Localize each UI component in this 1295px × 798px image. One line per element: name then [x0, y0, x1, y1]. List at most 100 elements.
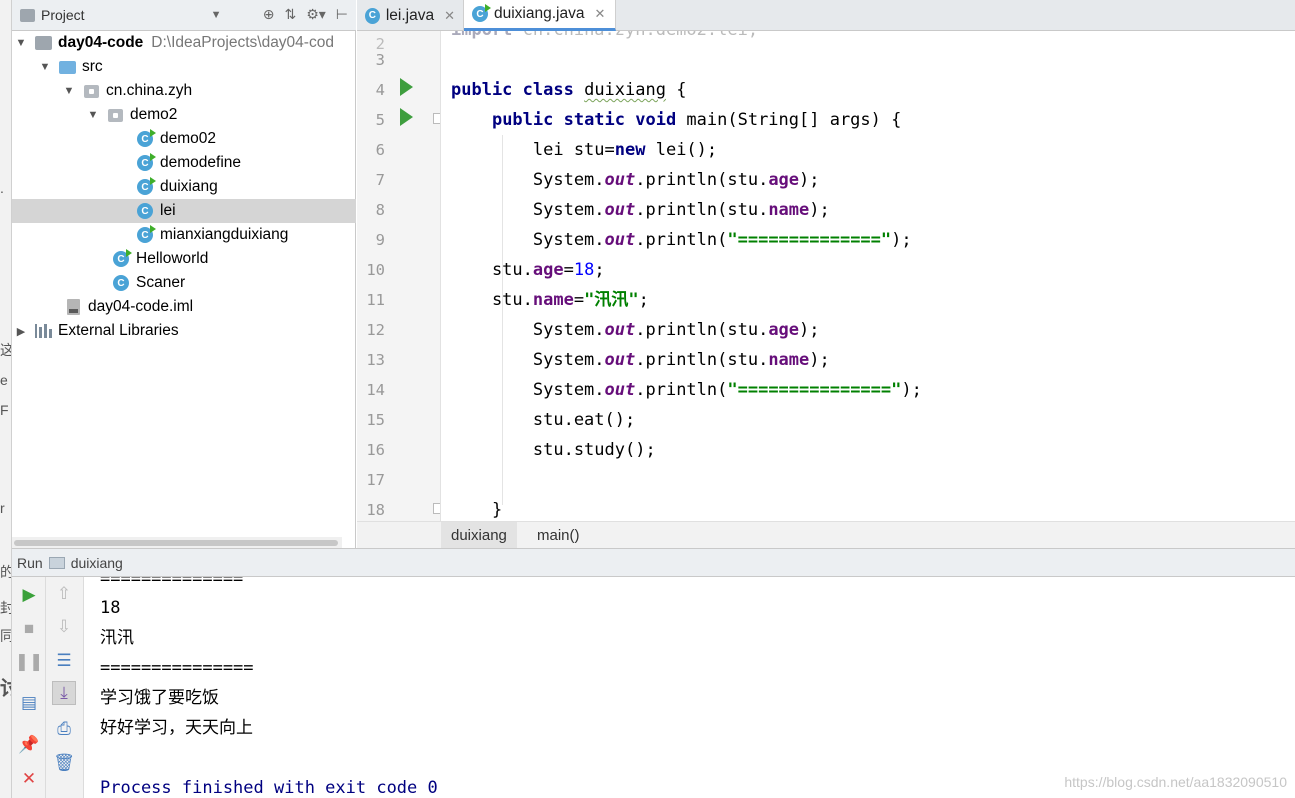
java-class-icon: C	[137, 129, 156, 147]
line-number: 14	[366, 381, 385, 399]
project-path: D:\IdeaProjects\day04-cod	[151, 34, 334, 51]
tree-item-class[interactable]: C demodefine	[12, 151, 356, 175]
tree-item-class[interactable]: C mianxiangduixiang	[12, 223, 356, 247]
chevron-down-icon[interactable]: ▼	[62, 85, 76, 97]
tree-item-src[interactable]: ▼ src	[12, 55, 356, 79]
java-class-icon: C	[472, 4, 491, 22]
chevron-down-icon[interactable]: ▼	[38, 61, 52, 73]
project-view-selector[interactable]: Project ▼	[20, 7, 221, 23]
hide-panel-icon[interactable]: ⊢	[336, 6, 348, 23]
line-number: 7	[375, 171, 385, 189]
console-line: 汛汛	[100, 628, 134, 648]
code-line: System.out.println(stu.name);	[451, 350, 830, 370]
code-editor[interactable]: import cn.china.zyh.demo2.lei; public cl…	[441, 31, 1295, 521]
code-line: System.out.println(stu.name);	[451, 200, 830, 220]
trash-icon[interactable]: 🗑	[52, 751, 76, 775]
tab-duixiang-java[interactable]: C duixiang.java ✕	[464, 0, 616, 31]
console-output[interactable]: ============== 18 汛汛 =============== 学习饿…	[84, 577, 1295, 798]
tree-item-label: mianxiangduixiang	[160, 226, 289, 243]
gear-icon[interactable]: ⚙▾	[306, 6, 326, 23]
tree-item-class[interactable]: C Scaner	[12, 271, 356, 295]
breadcrumb-class[interactable]: duixiang	[441, 522, 517, 549]
tab-label: duixiang.java	[494, 5, 585, 22]
console-line: 好好学习，天天向上	[100, 718, 253, 738]
breadcrumb-method[interactable]: main()	[527, 522, 590, 549]
line-number: 15	[366, 411, 385, 429]
project-horizontal-scrollbar[interactable]	[12, 537, 342, 548]
arrow-up-icon[interactable]: ⇧	[52, 582, 76, 606]
tree-item-label: demo02	[160, 130, 217, 147]
arrow-down-icon[interactable]: ⇩	[52, 615, 76, 639]
tree-item-external-libraries[interactable]: ▶ External Libraries	[12, 319, 356, 343]
layout-icon[interactable]: ▤	[17, 691, 41, 715]
tree-item-class[interactable]: C Helloworld	[12, 247, 356, 271]
run-toolbar-secondary: ⇧ ⇩ ☰ ⤓ ⎙ 🗑	[46, 577, 84, 798]
tree-item-project[interactable]: ▼ day04-code D:\IdeaProjects\day04-cod	[12, 31, 356, 55]
tree-item-class-selected[interactable]: C lei	[12, 199, 356, 223]
code-line: }	[451, 500, 503, 520]
java-class-icon: C	[365, 7, 380, 24]
java-class-icon: C	[137, 203, 153, 219]
line-number: 18	[366, 501, 385, 519]
editor-gutter: 2 3 4 5 6 7 8 9 10 11 12 13 14 15 16 17 …	[357, 31, 441, 521]
code-line: stu.eat();	[451, 410, 636, 430]
run-class-icon[interactable]	[400, 78, 413, 96]
java-class-icon: C	[137, 153, 156, 171]
watermark: https://blog.csdn.net/aa1832090510	[1064, 774, 1287, 790]
chevron-down-icon[interactable]: ▼	[14, 37, 28, 49]
locate-icon[interactable]: ⊕	[263, 6, 275, 23]
code-line: System.out.println(stu.age);	[451, 170, 820, 190]
code-line-partial: import cn.china.zyh.demo2.lei;	[451, 31, 758, 45]
line-number: 12	[366, 321, 385, 339]
close-icon[interactable]: ✕	[444, 8, 455, 24]
run-method-icon[interactable]	[400, 108, 413, 126]
stop-icon[interactable]: ■	[17, 617, 41, 641]
tree-item-class[interactable]: C duixiang	[12, 175, 356, 199]
line-number: 3	[375, 51, 385, 69]
line-number: 16	[366, 441, 385, 459]
project-tree: ▼ day04-code D:\IdeaProjects\day04-cod ▼…	[12, 31, 356, 548]
run-config-tab[interactable]: duixiang	[71, 555, 123, 571]
chevron-down-icon[interactable]: ▼	[86, 109, 100, 121]
fold-icon[interactable]	[433, 503, 440, 514]
tree-item-label: Helloworld	[136, 250, 209, 267]
java-class-icon: C	[137, 225, 156, 243]
tree-item-class[interactable]: C demo02	[12, 127, 356, 151]
soft-wrap-icon[interactable]: ☰	[52, 649, 76, 673]
line-number: 5	[375, 111, 385, 129]
project-panel-header: Project ▼ ⊕ ⇅ ⚙▾ ⊢	[12, 0, 356, 31]
tree-item-label: lei	[160, 202, 176, 219]
line-number: 13	[366, 351, 385, 369]
iml-file-icon	[66, 299, 80, 315]
tree-item-label: cn.china.zyh	[106, 82, 193, 99]
code-line: public class duixiang {	[451, 80, 687, 100]
print-icon[interactable]: ⎙	[52, 717, 76, 741]
chevron-down-icon[interactable]: ▼	[211, 9, 222, 21]
scroll-to-end-icon[interactable]: ⤓	[52, 681, 76, 705]
code-line: stu.age=18;	[451, 260, 605, 280]
run-panel-label: Run	[17, 554, 43, 571]
project-panel-title: Project	[41, 7, 85, 23]
project-icon	[20, 8, 35, 22]
tree-item-iml[interactable]: day04-code.iml	[12, 295, 356, 319]
tree-item-package[interactable]: ▼ demo2	[12, 103, 356, 127]
tab-lei-java[interactable]: C lei.java ✕	[357, 0, 464, 31]
pin-icon[interactable]: 📌	[17, 733, 41, 757]
tree-item-package[interactable]: ▼ cn.china.zyh	[12, 79, 356, 103]
code-line: System.out.println("===============");	[451, 380, 922, 400]
tree-item-label: Scaner	[136, 274, 186, 291]
collapse-all-icon[interactable]: ⇅	[284, 6, 296, 23]
chevron-right-icon[interactable]: ▶	[14, 325, 28, 338]
tree-item-label: day04-code	[58, 34, 144, 51]
console-line: 18	[100, 598, 121, 618]
fold-icon[interactable]	[433, 113, 440, 124]
code-line: System.out.println("==============");	[451, 230, 912, 250]
rerun-icon[interactable]: ▶	[17, 583, 41, 607]
editor-tab-bar: C lei.java ✕ C duixiang.java ✕	[357, 0, 1295, 31]
close-icon[interactable]: ✕	[17, 767, 41, 791]
tree-item-label: demo2	[130, 106, 178, 123]
console-line: ===============	[100, 658, 254, 678]
close-icon[interactable]: ✕	[594, 6, 605, 22]
pause-icon[interactable]: ❚❚	[15, 650, 44, 674]
tree-item-label: External Libraries	[58, 322, 179, 339]
